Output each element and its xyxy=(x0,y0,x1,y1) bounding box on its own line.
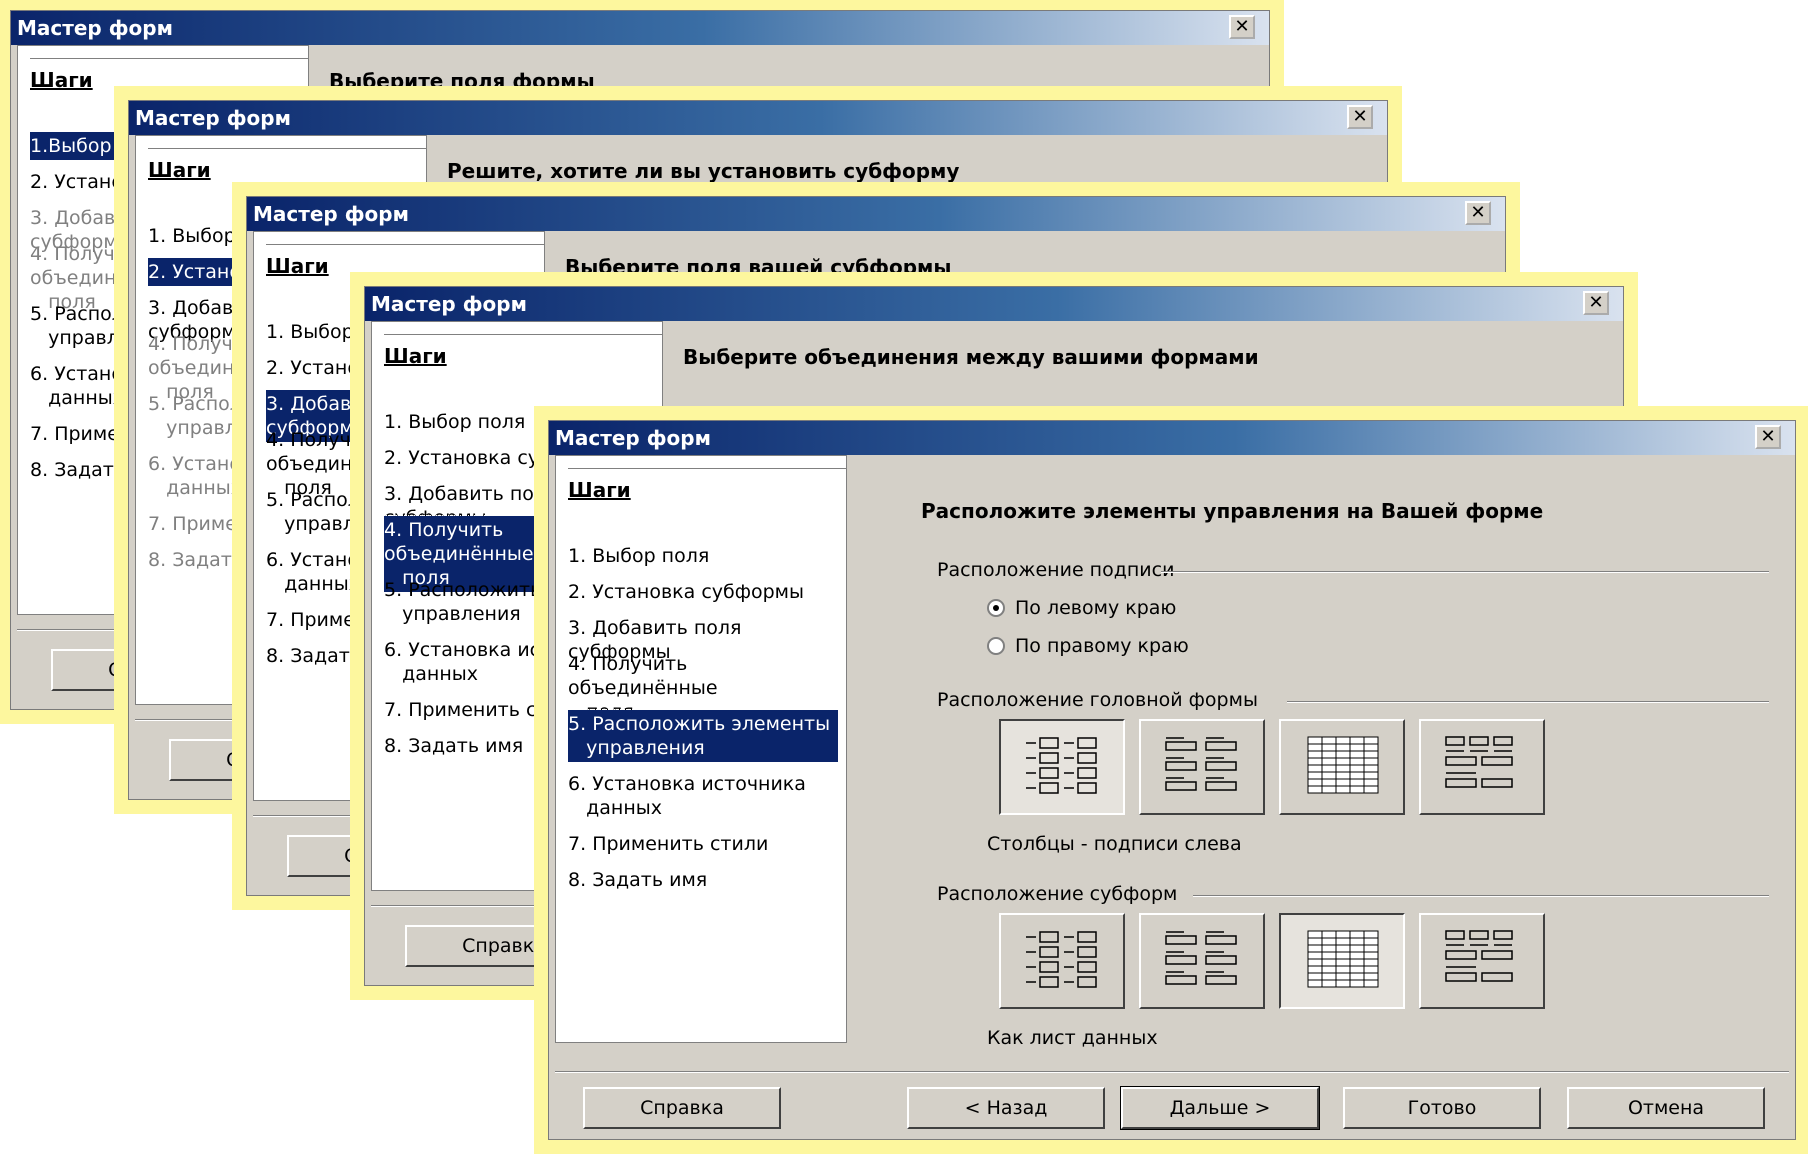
steps-panel: Шаги 1. Выбор поля 2. Установка субформы… xyxy=(555,455,847,1043)
steps-divider xyxy=(30,58,308,59)
wizard-window-front: Мастер форм ✕ Шаги 1. Выбор поля 2. Устан… xyxy=(548,420,1796,1140)
steps-header: Шаги xyxy=(148,158,211,182)
sub-layout-datasheet[interactable] xyxy=(1279,913,1405,1009)
button-separator xyxy=(555,1071,1789,1073)
window-title: Мастер форм xyxy=(17,16,173,40)
close-icon[interactable]: ✕ xyxy=(1229,15,1255,39)
page-heading: Выберите поля формы xyxy=(329,69,595,93)
radio-checked-icon xyxy=(987,599,1005,617)
cancel-button[interactable]: Отмена xyxy=(1567,1087,1765,1129)
help-button[interactable]: Справка xyxy=(583,1087,781,1129)
step-6[interactable]: 6. Установка источника данных xyxy=(568,770,838,822)
steps-divider xyxy=(568,468,846,469)
main-layout-blocks-labels-above[interactable] xyxy=(1419,719,1545,815)
columns-labels-left-icon xyxy=(1026,931,1097,988)
steps-header: Шаги xyxy=(266,254,329,278)
steps-header: Шаги xyxy=(568,478,631,502)
step-2[interactable]: 2. Установка субформы xyxy=(568,578,838,606)
steps-divider xyxy=(384,334,662,335)
steps-divider xyxy=(266,244,544,245)
main-layout-columns-labels-left[interactable] xyxy=(999,719,1125,815)
back-button[interactable]: < Назад xyxy=(907,1087,1105,1129)
title-bar[interactable]: Мастер форм ✕ xyxy=(129,101,1387,135)
main-form-group-title: Расположение головной формы xyxy=(937,689,1258,711)
datasheet-icon xyxy=(1307,930,1379,988)
sub-layout-columns-labels-top[interactable] xyxy=(1139,913,1265,1009)
columns-labels-top-icon xyxy=(1165,737,1237,791)
steps-divider xyxy=(148,148,426,149)
page-heading: Выберите объединения между вашими формам… xyxy=(683,345,1259,369)
finish-button[interactable]: Готово xyxy=(1343,1087,1541,1129)
page-heading: Решите, хотите ли вы установить субформу xyxy=(447,159,960,183)
radio-left-aligned[interactable]: По левому краю xyxy=(987,597,1176,619)
page-heading: Расположите элементы управления на Вашей… xyxy=(921,499,1544,523)
group-divider xyxy=(1287,701,1769,703)
page-heading: Выберите поля вашей субформы xyxy=(565,255,952,279)
sub-layout-blocks-labels-above[interactable] xyxy=(1419,913,1545,1009)
label-placement-group-title: Расположение подписи xyxy=(937,559,1175,581)
main-layout-columns-labels-top[interactable] xyxy=(1139,719,1265,815)
title-bar[interactable]: Мастер форм ✕ xyxy=(549,421,1795,455)
close-icon[interactable]: ✕ xyxy=(1755,425,1781,449)
close-icon[interactable]: ✕ xyxy=(1465,201,1491,225)
window-title: Мастер форм xyxy=(371,292,527,316)
step-5[interactable]: 5. Расположить элементы управления xyxy=(567,709,839,763)
step-7[interactable]: 7. Применить стили xyxy=(568,830,838,858)
radio-unchecked-icon xyxy=(987,637,1005,655)
columns-labels-top-icon xyxy=(1165,931,1237,985)
steps-header: Шаги xyxy=(30,68,93,92)
blocks-labels-above-icon xyxy=(1445,736,1513,788)
steps-header: Шаги xyxy=(384,344,447,368)
window-title: Мастер форм xyxy=(555,426,711,450)
subform-group-title: Расположение субформ xyxy=(937,883,1178,905)
window-title: Мастер форм xyxy=(135,106,291,130)
title-bar[interactable]: Мастер форм ✕ xyxy=(365,287,1623,321)
main-layout-datasheet[interactable] xyxy=(1279,719,1405,815)
group-divider xyxy=(1193,895,1769,897)
sub-layout-caption: Как лист данных xyxy=(987,1027,1158,1049)
window-title: Мастер форм xyxy=(253,202,409,226)
step-1[interactable]: 1. Выбор поля xyxy=(568,542,838,570)
sub-layout-columns-labels-left[interactable] xyxy=(999,913,1125,1009)
group-divider xyxy=(1161,571,1769,573)
step-8[interactable]: 8. Задать имя xyxy=(568,866,838,894)
next-button[interactable]: Дальше > xyxy=(1120,1086,1320,1130)
title-bar[interactable]: Мастер форм ✕ xyxy=(247,197,1505,231)
columns-labels-left-icon xyxy=(1026,737,1097,794)
datasheet-icon xyxy=(1307,736,1379,794)
blocks-labels-above-icon xyxy=(1445,930,1513,982)
main-layout-caption: Столбцы - подписи слева xyxy=(987,833,1242,855)
close-icon[interactable]: ✕ xyxy=(1583,291,1609,315)
title-bar[interactable]: Мастер форм ✕ xyxy=(11,11,1269,45)
close-icon[interactable]: ✕ xyxy=(1347,105,1373,129)
radio-right-aligned[interactable]: По правому краю xyxy=(987,635,1189,657)
